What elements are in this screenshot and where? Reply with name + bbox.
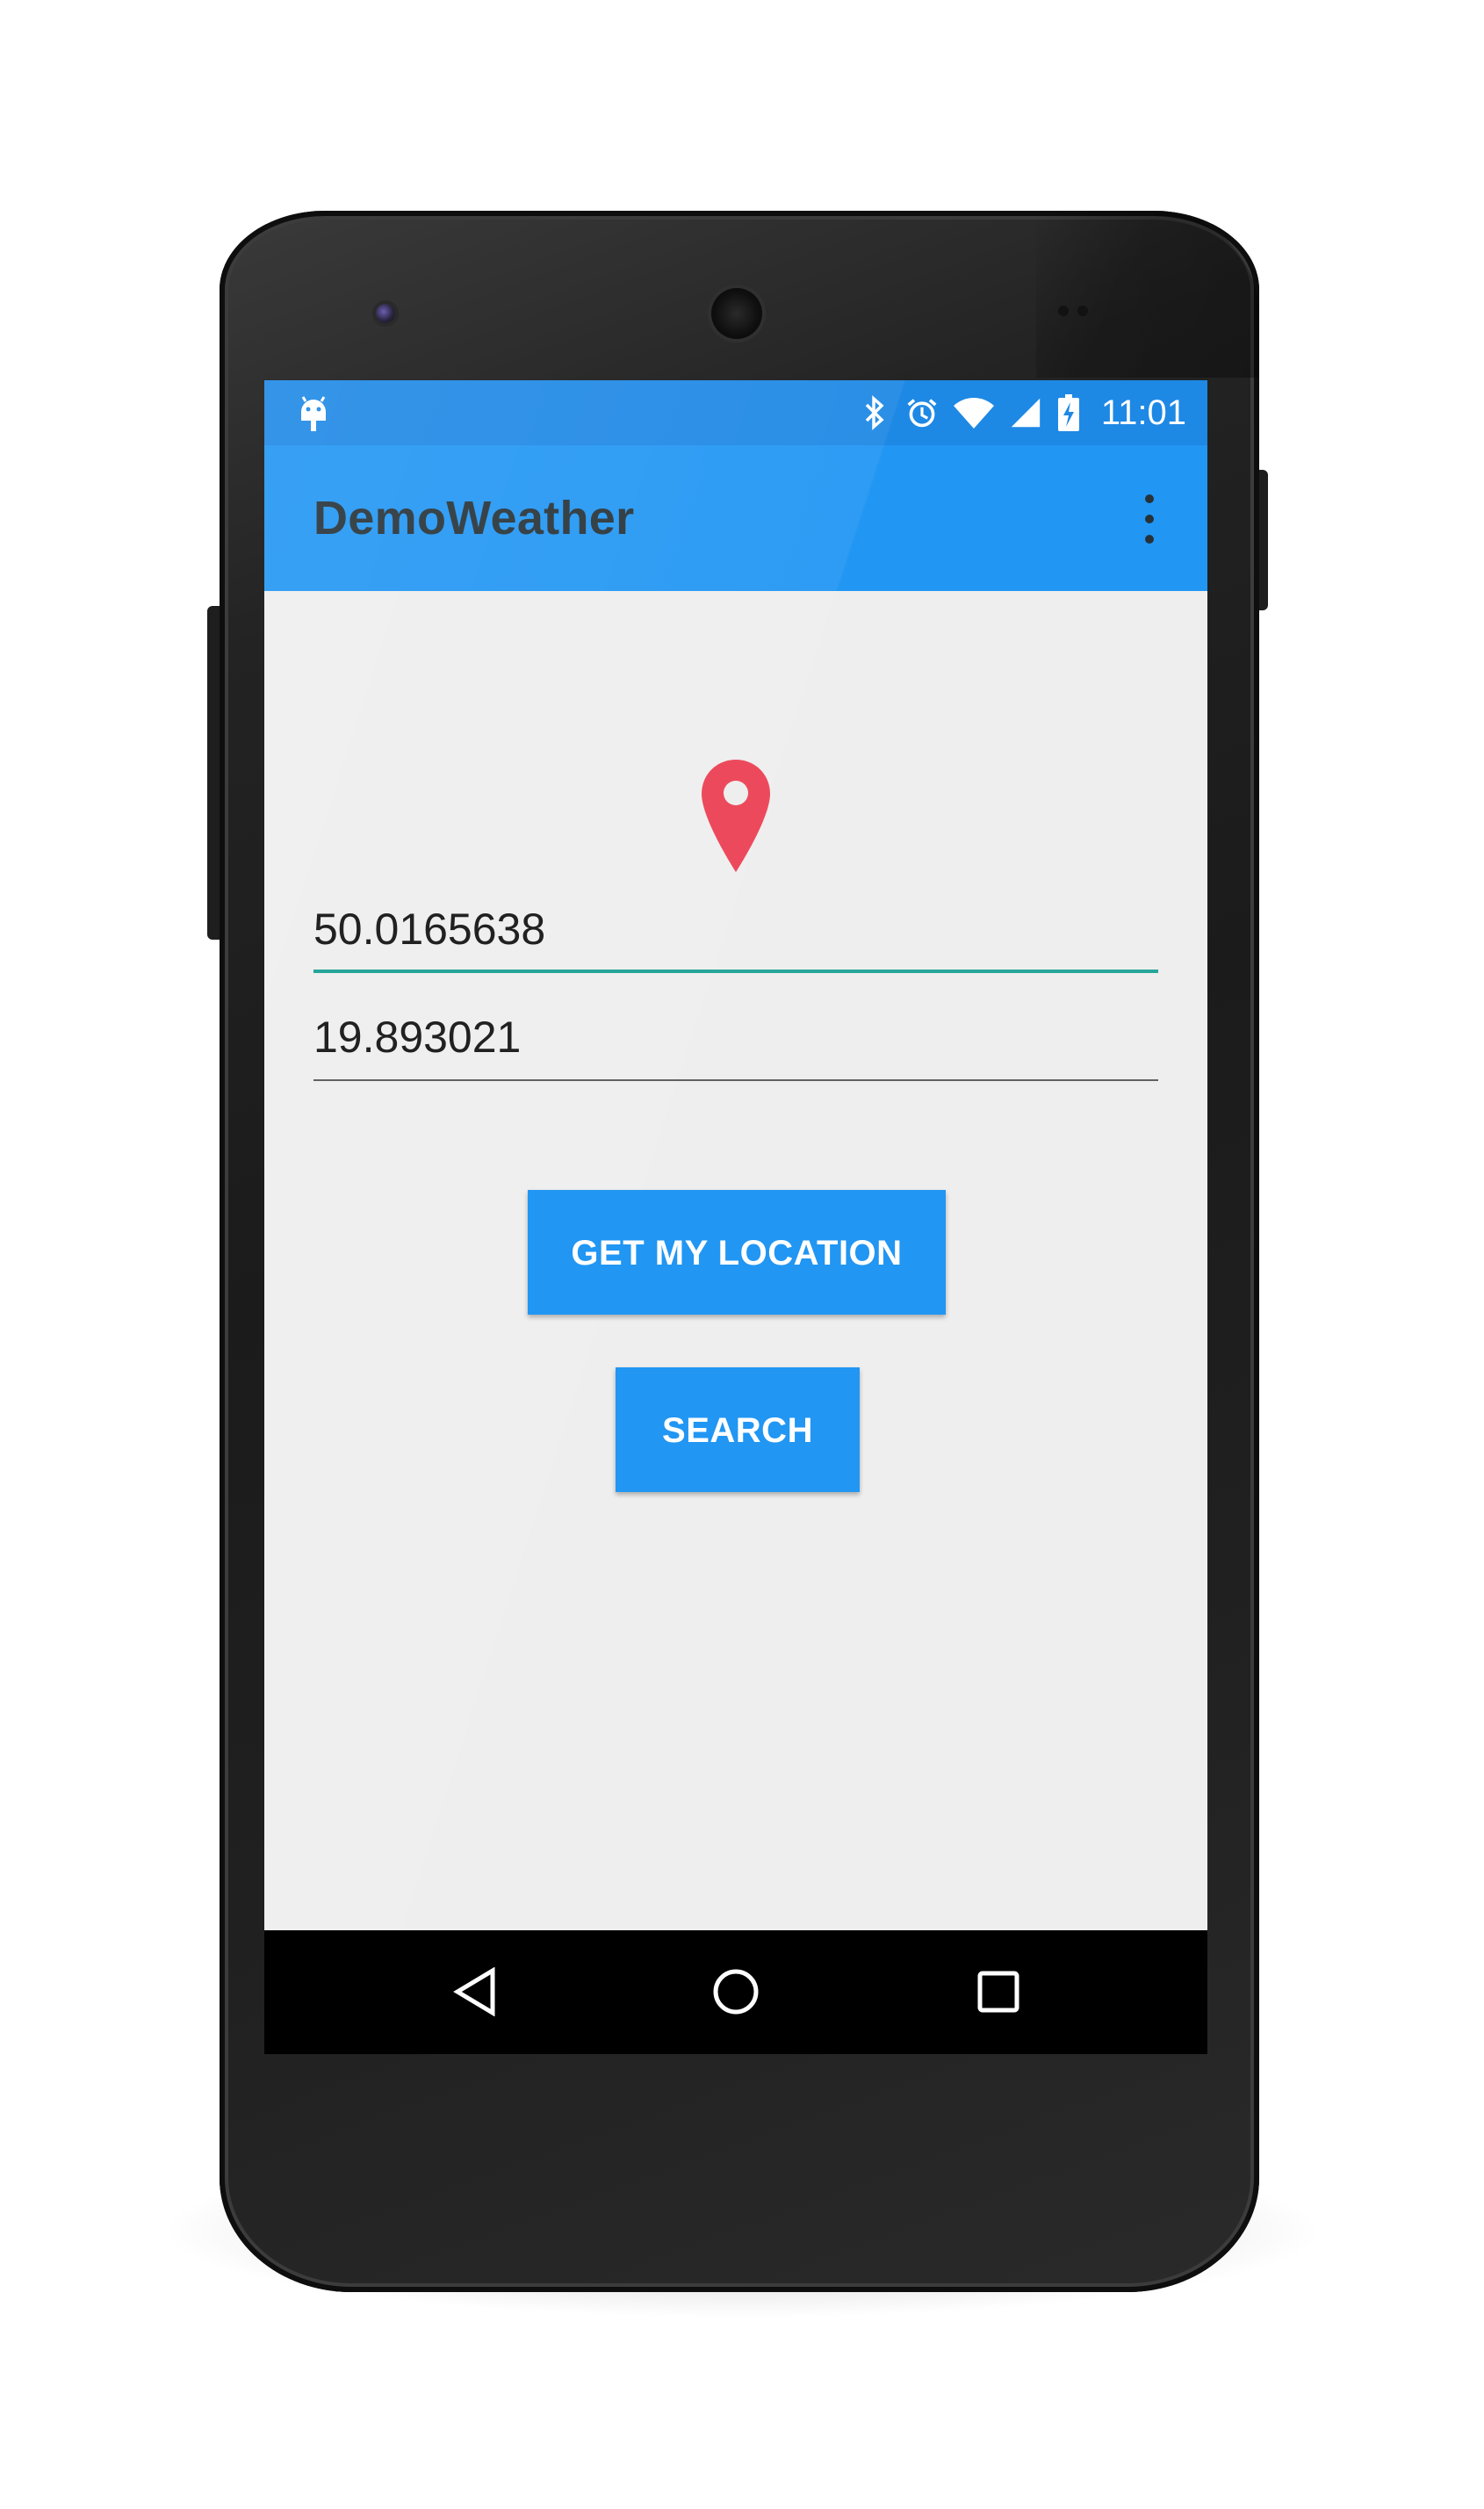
back-icon[interactable] <box>440 1957 510 2027</box>
device-screen: 11:01 DemoWeather 50.0165638 19.893021 G… <box>264 380 1207 2054</box>
longitude-field[interactable] <box>313 1002 1158 1081</box>
status-time: 11:01 <box>1100 393 1186 432</box>
get-my-location-button[interactable]: GET MY LOCATION <box>528 1190 946 1315</box>
proximity-sensor <box>1058 306 1093 318</box>
status-bar: 11:01 <box>264 380 1207 445</box>
page: 11:01 DemoWeather 50.0165638 19.893021 G… <box>0 0 1484 2509</box>
wifi-icon <box>953 395 994 430</box>
app-bar: DemoWeather <box>264 445 1207 591</box>
latitude-input[interactable] <box>313 894 1158 964</box>
longitude-underline <box>313 1079 1158 1081</box>
navigation-bar <box>264 1930 1207 2054</box>
home-icon[interactable] <box>701 1957 771 2027</box>
search-button[interactable]: SEARCH <box>616 1367 860 1492</box>
earpiece-speaker <box>711 288 762 339</box>
recents-icon[interactable] <box>963 1957 1034 2027</box>
bluetooth-icon <box>859 395 890 430</box>
app-title: DemoWeather <box>313 492 635 544</box>
alarm-icon <box>906 395 938 430</box>
phone-gloss <box>1036 211 1259 378</box>
longitude-input[interactable] <box>313 1002 1158 1072</box>
battery-charging-icon <box>1057 394 1080 431</box>
latitude-underline <box>313 970 1158 973</box>
front-camera <box>376 304 395 323</box>
more-vert-icon[interactable] <box>1139 493 1160 545</box>
latitude-field[interactable] <box>313 894 1158 973</box>
android-notification-icon <box>298 394 329 433</box>
location-pin-icon <box>700 758 772 874</box>
status-icons: 11:01 <box>859 380 1186 445</box>
cell-signal-icon <box>1010 395 1041 430</box>
